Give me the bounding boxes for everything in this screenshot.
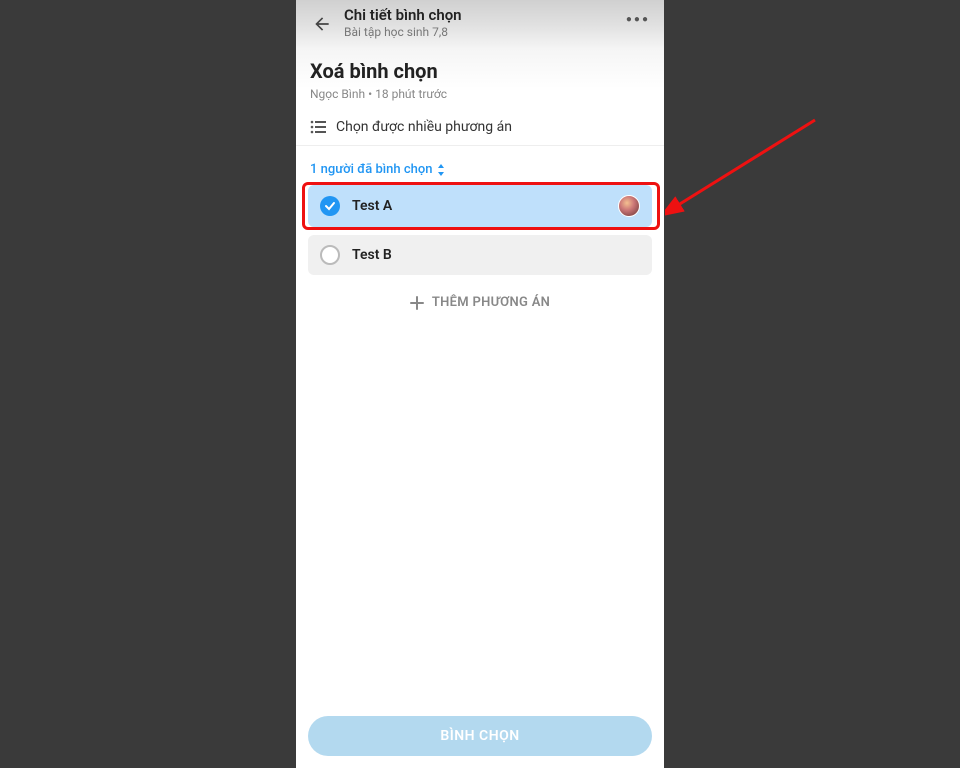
poll-heading: Xoá bình chọn Ngọc Bình • 18 phút trước [296,49,664,105]
vote-button[interactable]: BÌNH CHỌN [308,716,652,756]
check-icon [324,200,336,212]
back-button[interactable] [310,12,334,36]
plus-icon [410,296,424,310]
radio-checked [320,196,340,216]
voters-count-text: 1 người đã bình chọn [310,162,432,177]
vote-button-label: BÌNH CHỌN [440,728,519,744]
poll-author: Ngọc Bình [310,87,365,101]
header-bar: Chi tiết bình chọn Bài tập học sinh 7,8 … [296,0,664,49]
sort-icon [436,164,446,176]
add-option-label: THÊM PHƯƠNG ÁN [432,295,550,310]
header-title-block: Chi tiết bình chọn Bài tập học sinh 7,8 [344,6,626,39]
multi-select-label: Chọn được nhiều phương án [336,119,512,135]
more-icon: ●●● [626,14,650,25]
voter-avatar [618,195,640,217]
more-button[interactable]: ●●● [626,14,650,25]
list-icon [310,120,326,134]
poll-option-test-b[interactable]: Test B [308,235,652,275]
option-label: Test A [352,198,618,214]
radio-unchecked [320,245,340,265]
poll-title: Xoá bình chọn [310,59,650,83]
voters-count-link[interactable]: 1 người đã bình chọn [296,154,664,185]
header-title: Chi tiết bình chọn [344,6,626,24]
poll-time: 18 phút trước [375,87,447,101]
arrow-left-icon [312,14,332,34]
app-screen: Chi tiết bình chọn Bài tập học sinh 7,8 … [296,0,664,768]
multi-select-indicator: Chọn được nhiều phương án [296,105,664,146]
option-label: Test B [352,247,640,263]
header-subtitle: Bài tập học sinh 7,8 [344,25,626,39]
add-option-button[interactable]: THÊM PHƯƠNG ÁN [308,285,652,320]
footer: BÌNH CHỌN [296,704,664,768]
poll-meta: Ngọc Bình • 18 phút trước [310,87,650,101]
poll-options: Test A Test B THÊM PHƯƠNG ÁN [296,185,664,320]
poll-option-test-a[interactable]: Test A [308,185,652,227]
annotation-arrow [665,115,825,225]
